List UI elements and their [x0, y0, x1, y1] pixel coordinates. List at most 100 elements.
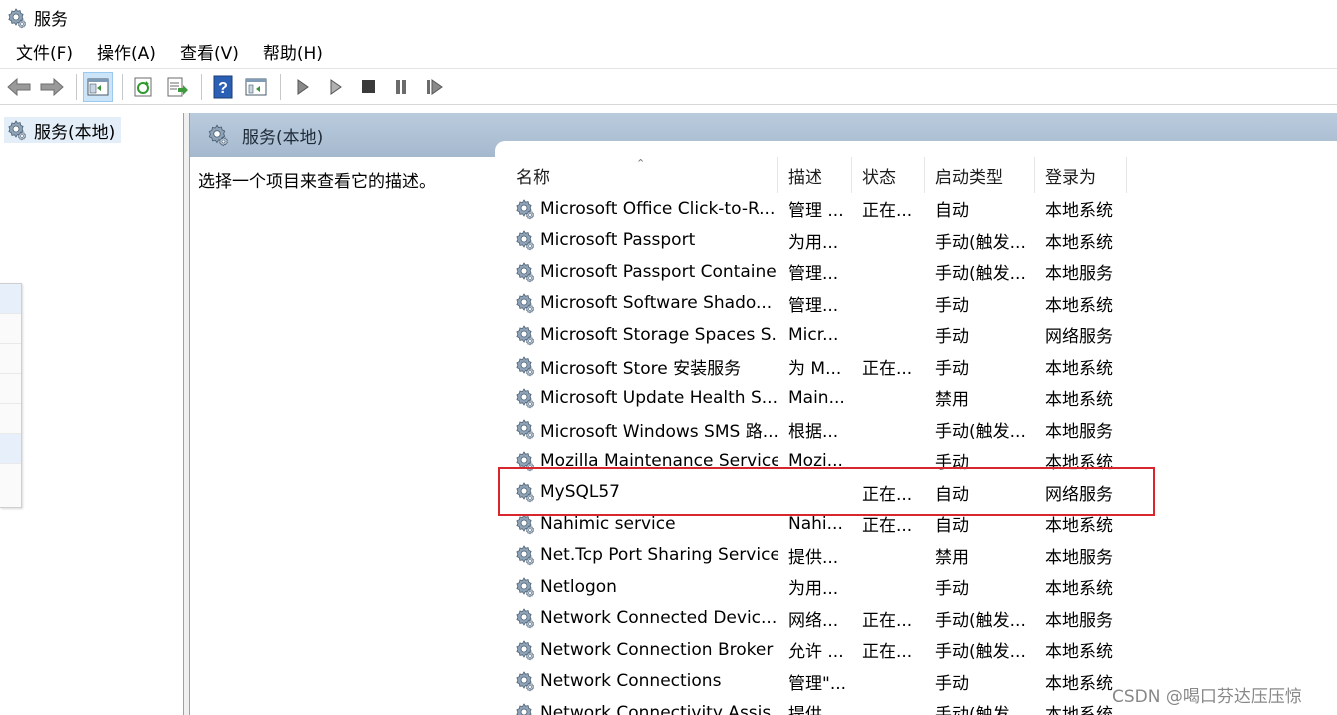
services-gear-icon	[4, 6, 28, 30]
show-tree-button[interactable]	[83, 71, 113, 102]
sort-ascending-icon: ⌃	[636, 157, 646, 170]
column-label: 描述	[788, 168, 822, 188]
service-status: 正在...	[862, 642, 913, 663]
refresh-button[interactable]	[129, 72, 159, 102]
service-description: 管理...	[788, 295, 839, 316]
column-header-status[interactable]: 状态	[852, 157, 925, 193]
main-pane: 服务(本地) 选择一个项目来查看它的描述。 ⌃ 名称 描述 状态 启动类型 登录…	[190, 113, 1337, 715]
menu-bar: 文件(F) 操作(A) 查看(V) 帮助(H)	[0, 35, 1337, 69]
column-label: 登录为	[1045, 168, 1096, 188]
start-service-button[interactable]	[287, 72, 317, 102]
service-name: Microsoft Windows SMS 路...	[540, 421, 778, 442]
table-row[interactable]: Network Connection Broker 允许 ... 正在... 手动(触…	[506, 634, 1127, 666]
service-logon-as: 本地系统	[1045, 232, 1113, 253]
service-name: Microsoft Storage Spaces S...	[540, 324, 778, 345]
service-name: Nahimic service	[540, 513, 676, 534]
column-header-startup-type[interactable]: 启动类型	[925, 157, 1035, 193]
table-row[interactable]: Network Connections 管理"... 手动 本地系统	[506, 666, 1127, 698]
service-gear-icon	[512, 386, 536, 410]
service-name: Microsoft Passport Container	[540, 261, 778, 282]
service-name: Network Connected Devic...	[540, 608, 778, 629]
column-header-name[interactable]: ⌃ 名称	[506, 157, 778, 193]
service-startup-type: 手动(触发...	[935, 232, 1026, 253]
service-description: 根据...	[788, 421, 839, 442]
table-row[interactable]: Microsoft Passport Container 管理... 手动(触发..…	[506, 256, 1127, 288]
forward-button[interactable]	[37, 72, 67, 102]
table-row[interactable]: Microsoft Windows SMS 路... 根据... 手动(触发... 本…	[506, 414, 1127, 446]
service-gear-icon	[512, 575, 536, 599]
service-logon-as: 本地系统	[1045, 201, 1113, 222]
tree-item-services-local[interactable]: 服务(本地)	[4, 117, 122, 143]
service-name-cell: Microsoft Software Shado...	[506, 291, 778, 315]
table-row[interactable]: Network Connectivity Assis...提供... 手动(触发.…	[506, 697, 1127, 715]
menu-view[interactable]: 查看(V)	[170, 39, 249, 64]
column-label: 状态	[862, 168, 896, 188]
tree-item-label: 服务(本地)	[34, 122, 116, 143]
service-gear-icon	[512, 638, 536, 662]
stop-service-button[interactable]	[353, 72, 383, 102]
help-button[interactable]: ?	[208, 72, 238, 102]
overlay-row	[0, 404, 21, 434]
table-row[interactable]: Net.Tcp Port Sharing Service 提供... 禁用 本地服务	[506, 540, 1127, 572]
table-row[interactable]: Microsoft Office Click-to-R... 管理 ... 正在..…	[506, 193, 1127, 225]
menu-action[interactable]: 操作(A)	[87, 39, 166, 64]
service-logon-as: 本地系统	[1045, 642, 1113, 663]
toolbar-separator	[122, 73, 123, 100]
services-table: ⌃ 名称 描述 状态 启动类型 登录为 Microsoft Office Cli…	[506, 157, 1337, 715]
table-row[interactable]: Netlogon 为用... 手动 本地系统	[506, 571, 1127, 603]
column-header-description[interactable]: 描述	[778, 157, 852, 193]
overlay-row	[0, 434, 21, 464]
service-name-cell: Microsoft Office Click-to-R...	[506, 197, 778, 221]
service-name-cell: Microsoft Store 安装服务	[506, 354, 778, 379]
service-name: Microsoft Store 安装服务	[540, 358, 742, 379]
pause-service-button[interactable]	[386, 72, 416, 102]
service-description: Micr...	[788, 324, 839, 345]
service-gear-icon	[512, 323, 536, 347]
toolbar-separator	[76, 73, 77, 100]
service-name-cell: Netlogon	[506, 575, 778, 599]
overlay-fragment	[0, 283, 22, 508]
menu-file[interactable]: 文件(F)	[6, 39, 83, 64]
window-title: 服务	[34, 10, 68, 30]
table-row[interactable]: Network Connected Devic... 网络... 正在... 手动(触…	[506, 603, 1127, 635]
column-header-logon-as[interactable]: 登录为	[1035, 157, 1127, 193]
refresh-icon	[134, 77, 152, 96]
service-startup-type: 手动	[935, 579, 969, 600]
service-name-cell: Microsoft Windows SMS 路...	[506, 417, 778, 442]
pause-icon	[396, 79, 406, 94]
menu-help[interactable]: 帮助(H)	[253, 39, 333, 64]
restart-service-button[interactable]	[419, 72, 449, 102]
service-startup-type: 手动	[935, 327, 969, 348]
table-row[interactable]: Microsoft Passport 为用... 手动(触发... 本地系统	[506, 225, 1127, 257]
service-status: 正在...	[862, 358, 913, 379]
forward-icon	[40, 77, 64, 96]
service-description: 管理 ...	[788, 201, 844, 222]
back-button[interactable]	[4, 72, 34, 102]
service-startup-type: 禁用	[935, 390, 969, 411]
service-description: 为用...	[788, 579, 839, 600]
service-description: 允许 ...	[788, 642, 844, 663]
service-description: 管理"...	[788, 673, 847, 694]
highlight-box	[498, 467, 1155, 516]
table-row[interactable]: Microsoft Software Shado... 管理... 手动 本地系统	[506, 288, 1127, 320]
service-startup-type: 手动	[935, 673, 969, 694]
export-list-button[interactable]	[162, 72, 192, 102]
table-row[interactable]: Microsoft Storage Spaces S... Micr... 手动 网络…	[506, 319, 1127, 351]
service-name: Microsoft Passport	[540, 230, 696, 251]
table-row[interactable]: Microsoft Update Health S... Main... 禁用 本地系…	[506, 382, 1127, 414]
column-label: 名称	[516, 168, 550, 188]
service-name: Microsoft Update Health S...	[540, 387, 778, 408]
service-gear-icon	[512, 197, 536, 221]
overlay-row	[0, 284, 21, 314]
service-name: Network Connection Broker	[540, 639, 774, 660]
table-row[interactable]: Microsoft Store 安装服务 为 M... 正在... 手动 本地系统	[506, 351, 1127, 383]
start-service-alt-button[interactable]	[320, 72, 350, 102]
stop-icon	[362, 79, 375, 93]
service-gear-icon	[512, 669, 536, 693]
service-name-cell: Network Connections	[506, 669, 778, 693]
properties-button[interactable]	[241, 72, 271, 102]
play-icon	[297, 78, 309, 95]
service-name: Microsoft Office Click-to-R...	[540, 198, 776, 219]
overlay-row	[0, 314, 21, 344]
service-startup-type: 手动(触发...	[935, 610, 1026, 631]
